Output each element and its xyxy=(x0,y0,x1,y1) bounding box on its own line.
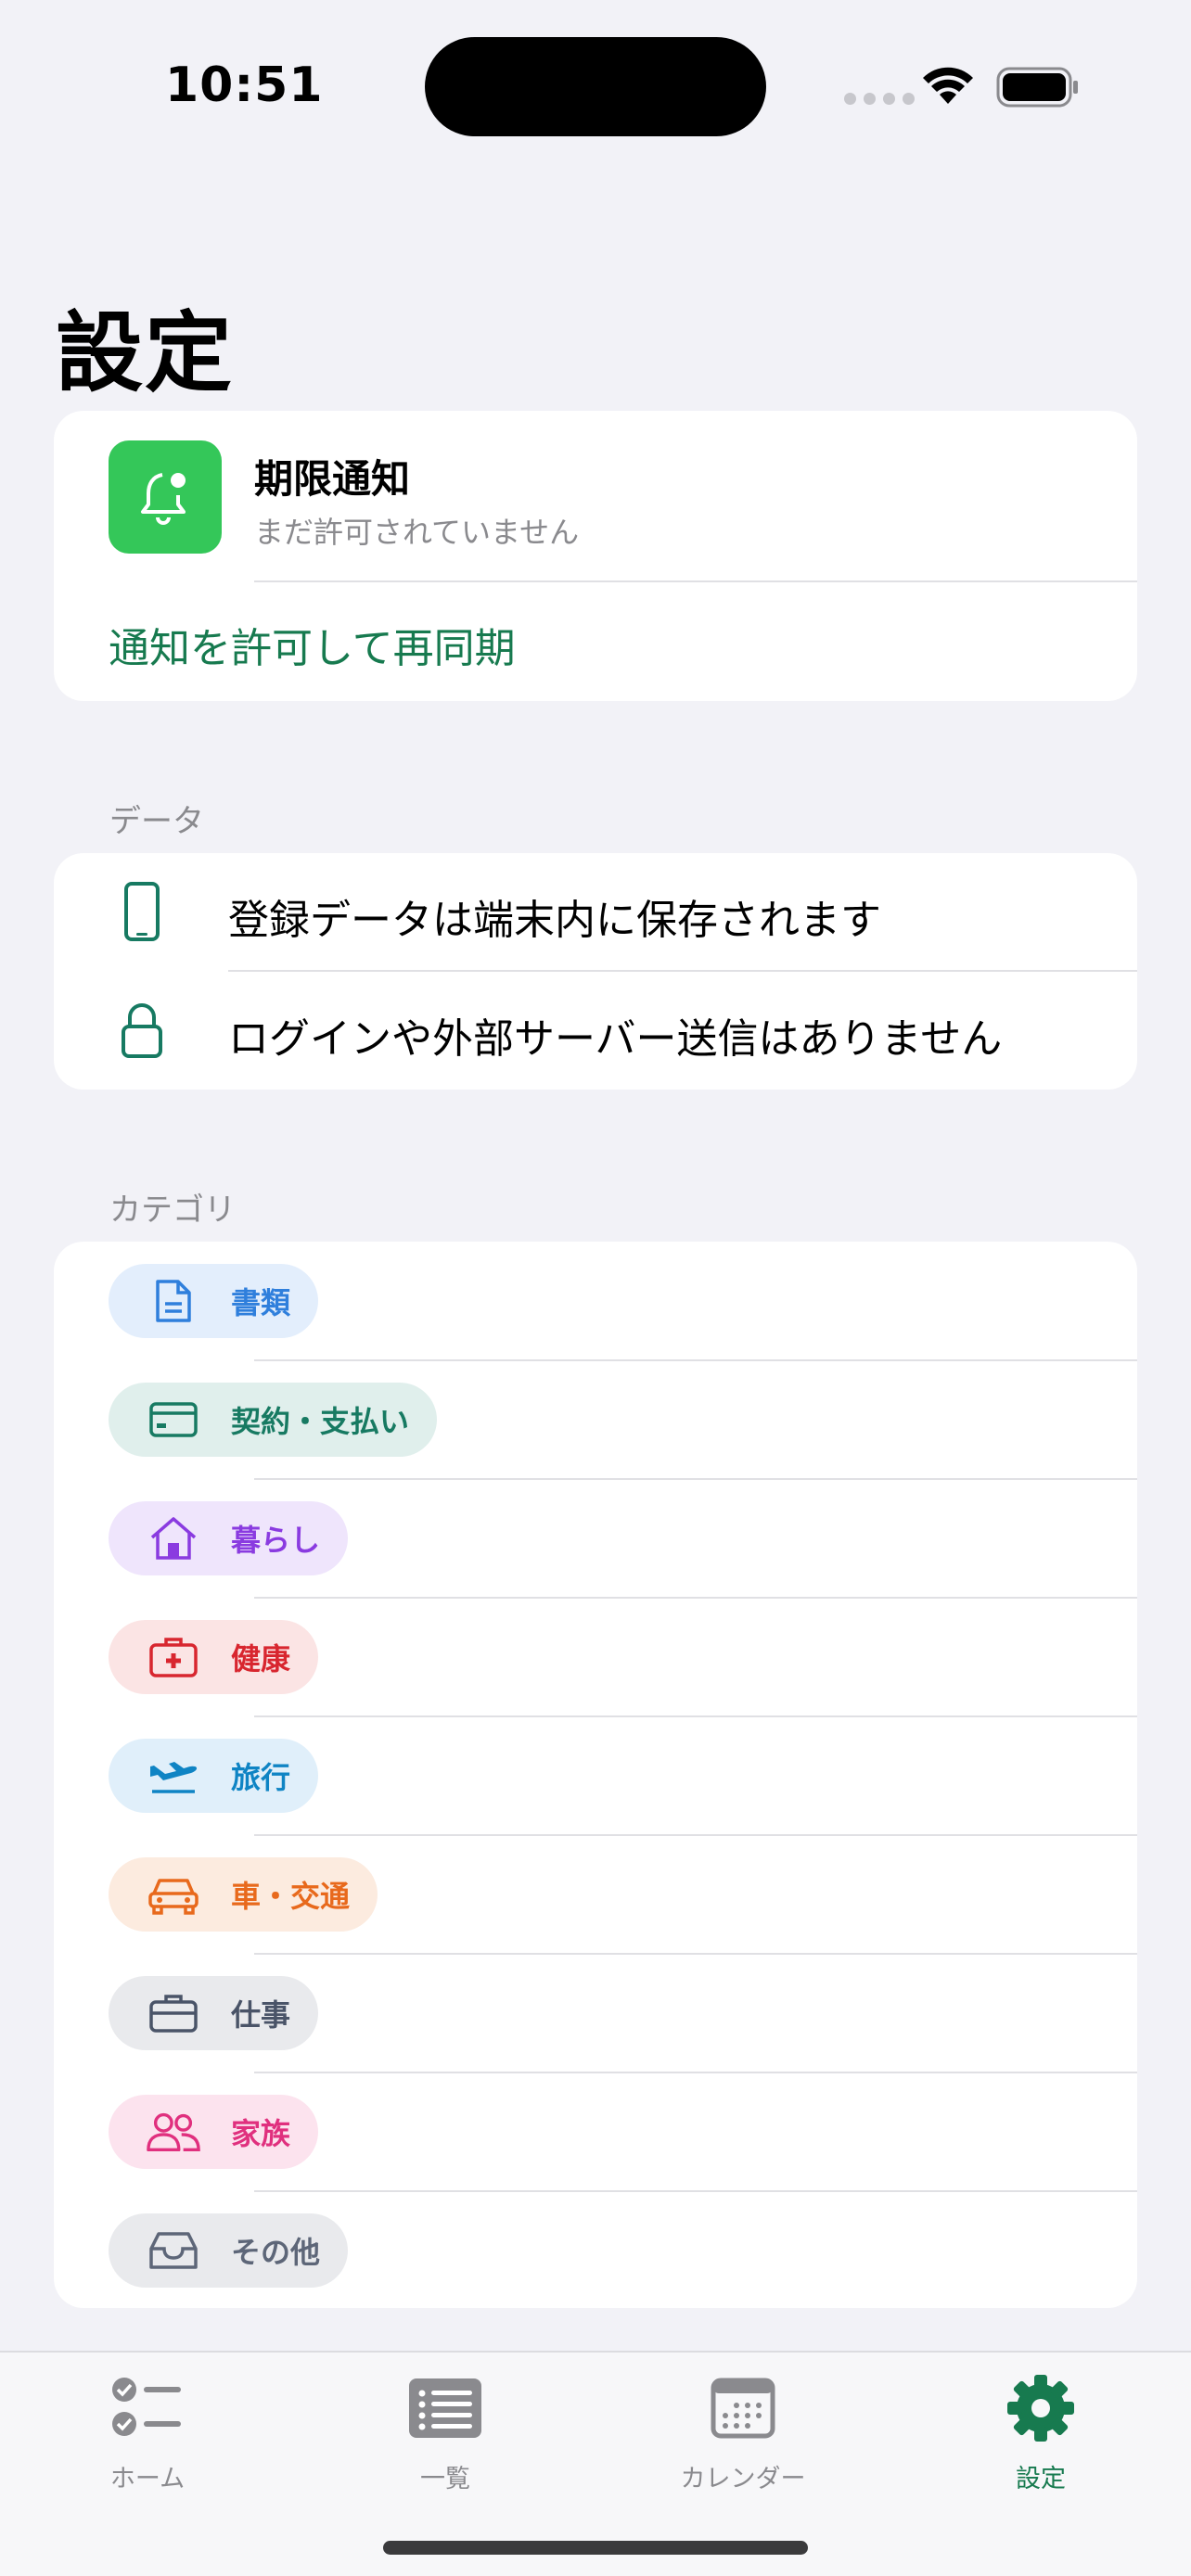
tab-calendar[interactable]: カレンダー xyxy=(650,2371,836,2494)
category-row-family[interactable]: 家族 xyxy=(54,2072,1137,2192)
data-row-privacy: ログインや外部サーバー送信はありません xyxy=(54,972,1137,1090)
notification-title: 期限通知 xyxy=(254,456,411,502)
category-label: 車・交通 xyxy=(231,1879,351,1914)
tab-settings[interactable]: 設定 xyxy=(948,2371,1133,2494)
category-row-health[interactable]: 健康 xyxy=(54,1598,1137,1717)
category-label: 家族 xyxy=(231,2116,291,2151)
category-label: 旅行 xyxy=(231,1760,291,1795)
notification-card: 期限通知 まだ許可されていません 通知を許可して再同期 xyxy=(54,411,1137,701)
house-icon xyxy=(146,1515,201,1562)
category-card: 書類 契約・支払い 暮らし 健康 旅行 車・交通 仕事 家族 その他 xyxy=(54,1242,1137,2308)
category-label: 書類 xyxy=(231,1285,291,1320)
gear-icon xyxy=(948,2371,1133,2445)
tab-label: ホーム xyxy=(109,2465,186,2493)
status-time: 10:51 xyxy=(165,57,324,113)
category-section-header: カテゴリ xyxy=(109,1192,236,1229)
credit-card-icon xyxy=(146,1396,201,1443)
category-pill: 契約・支払い xyxy=(109,1383,438,1457)
briefcase-icon xyxy=(146,1990,201,2036)
tab-label: カレンダー xyxy=(680,2465,806,2493)
category-row-contracts[interactable]: 契約・支払い xyxy=(54,1360,1137,1480)
wifi-icon xyxy=(923,67,973,104)
category-pill: 車・交通 xyxy=(109,1857,378,1932)
list-icon xyxy=(352,2371,538,2445)
allow-notification-button[interactable]: 通知を許可して再同期 xyxy=(109,615,516,674)
category-row-other[interactable]: その他 xyxy=(54,2191,1137,2308)
tab-list[interactable]: 一覧 xyxy=(352,2371,538,2494)
page-title: 設定 xyxy=(56,303,235,404)
phone-icon xyxy=(119,881,165,942)
category-pill: その他 xyxy=(109,2213,349,2288)
calendar-icon xyxy=(650,2371,836,2445)
data-row-text: ログインや外部サーバー送信はありません xyxy=(228,1015,1003,1063)
divider xyxy=(254,580,1137,582)
tray-icon xyxy=(146,2227,201,2274)
data-card: 登録データは端末内に保存されます ログインや外部サーバー送信はありません xyxy=(54,853,1137,1090)
medical-kit-icon xyxy=(146,1634,201,1680)
lock-icon xyxy=(119,1000,165,1061)
data-row-text: 登録データは端末内に保存されます xyxy=(228,897,881,944)
category-pill: 家族 xyxy=(109,2095,319,2169)
tab-label: 設定 xyxy=(1016,2465,1066,2493)
dynamic-island xyxy=(425,37,766,136)
category-row-car[interactable]: 車・交通 xyxy=(54,1835,1137,1955)
category-pill: 仕事 xyxy=(109,1976,319,2050)
category-label: 仕事 xyxy=(231,1997,291,2033)
category-label: その他 xyxy=(231,2235,321,2270)
data-row-storage: 登録データは端末内に保存されます xyxy=(54,853,1137,972)
category-label: 契約・支払い xyxy=(231,1404,410,1439)
document-icon xyxy=(146,1278,201,1324)
category-label: 健康 xyxy=(231,1641,291,1677)
category-pill: 書類 xyxy=(109,1264,319,1338)
notification-status: まだ許可されていません xyxy=(254,515,580,550)
battery-icon xyxy=(996,67,1078,108)
category-pill: 暮らし xyxy=(109,1501,349,1575)
tab-label: 一覧 xyxy=(420,2465,470,2493)
cellular-signal-icon xyxy=(844,93,915,105)
airplane-icon xyxy=(146,1753,201,1799)
home-indicator xyxy=(383,2541,808,2555)
category-pill: 旅行 xyxy=(109,1739,319,1813)
category-row-living[interactable]: 暮らし xyxy=(54,1479,1137,1599)
people-icon xyxy=(146,2109,201,2155)
bell-badge-icon xyxy=(109,440,222,554)
tab-home[interactable]: ホーム xyxy=(55,2371,240,2494)
category-row-travel[interactable]: 旅行 xyxy=(54,1716,1137,1836)
checklist-icon xyxy=(55,2371,240,2445)
category-pill: 健康 xyxy=(109,1620,319,1694)
data-section-header: データ xyxy=(109,803,204,840)
category-row-work[interactable]: 仕事 xyxy=(54,1954,1137,2073)
car-icon xyxy=(146,1871,201,1918)
category-label: 暮らし xyxy=(231,1523,321,1558)
category-row-documents[interactable]: 書類 xyxy=(54,1242,1137,1361)
